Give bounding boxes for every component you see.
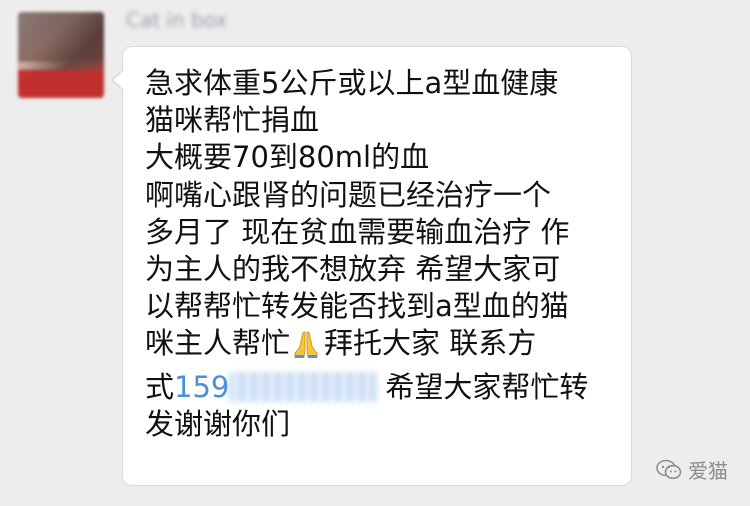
message-text: 式	[145, 369, 175, 404]
message-text: 拜托大家 联系方	[324, 326, 537, 361]
message-line: 猫咪帮忙捐血	[145, 103, 320, 138]
message-line: 大概要70到80ml的血	[145, 140, 430, 175]
message-bubble[interactable]: 急求体重5公斤或以上a型血健康 猫咪帮忙捐血 大概要70到80ml的血 啊嘴心跟…	[111, 46, 632, 486]
message-line: 啊嘴心跟肾的问题已经治疗一个	[145, 177, 552, 212]
message-line-with-emoji: 咪主人帮忙 拜托大家 联系方	[145, 325, 613, 368]
wechat-icon	[656, 459, 682, 481]
chat-screen: Cat in box 急求体重5公斤或以上a型血健康 猫咪帮忙捐血 大概要70到…	[0, 0, 750, 506]
message-line: 以帮帮忙转发能否找到a型血的猫	[145, 289, 569, 324]
message-line: 发谢谢你们	[145, 406, 291, 441]
avatar-hair	[18, 12, 104, 62]
message-text: 希望大家帮忙转	[385, 369, 589, 404]
sender-name: Cat in box	[126, 8, 228, 32]
message-line: 急求体重5公斤或以上a型血健康	[145, 66, 559, 100]
folded-hands-icon	[292, 329, 320, 368]
avatar[interactable]	[18, 12, 104, 98]
message-line-with-phone: 式159 希望大家帮忙转	[145, 369, 613, 406]
avatar-shirt	[18, 70, 104, 98]
watermark: 爱猫	[656, 455, 728, 484]
phone-number-redaction	[229, 371, 378, 402]
message-line: 多月了 现在贫血需要输血治疗 作	[145, 214, 570, 249]
message-line: 为主人的我不想放弃 希望大家可	[145, 252, 561, 287]
phone-number-link[interactable]: 159	[174, 370, 229, 404]
message-text: 咪主人帮忙	[145, 326, 291, 361]
watermark-text: 爱猫	[688, 459, 728, 483]
